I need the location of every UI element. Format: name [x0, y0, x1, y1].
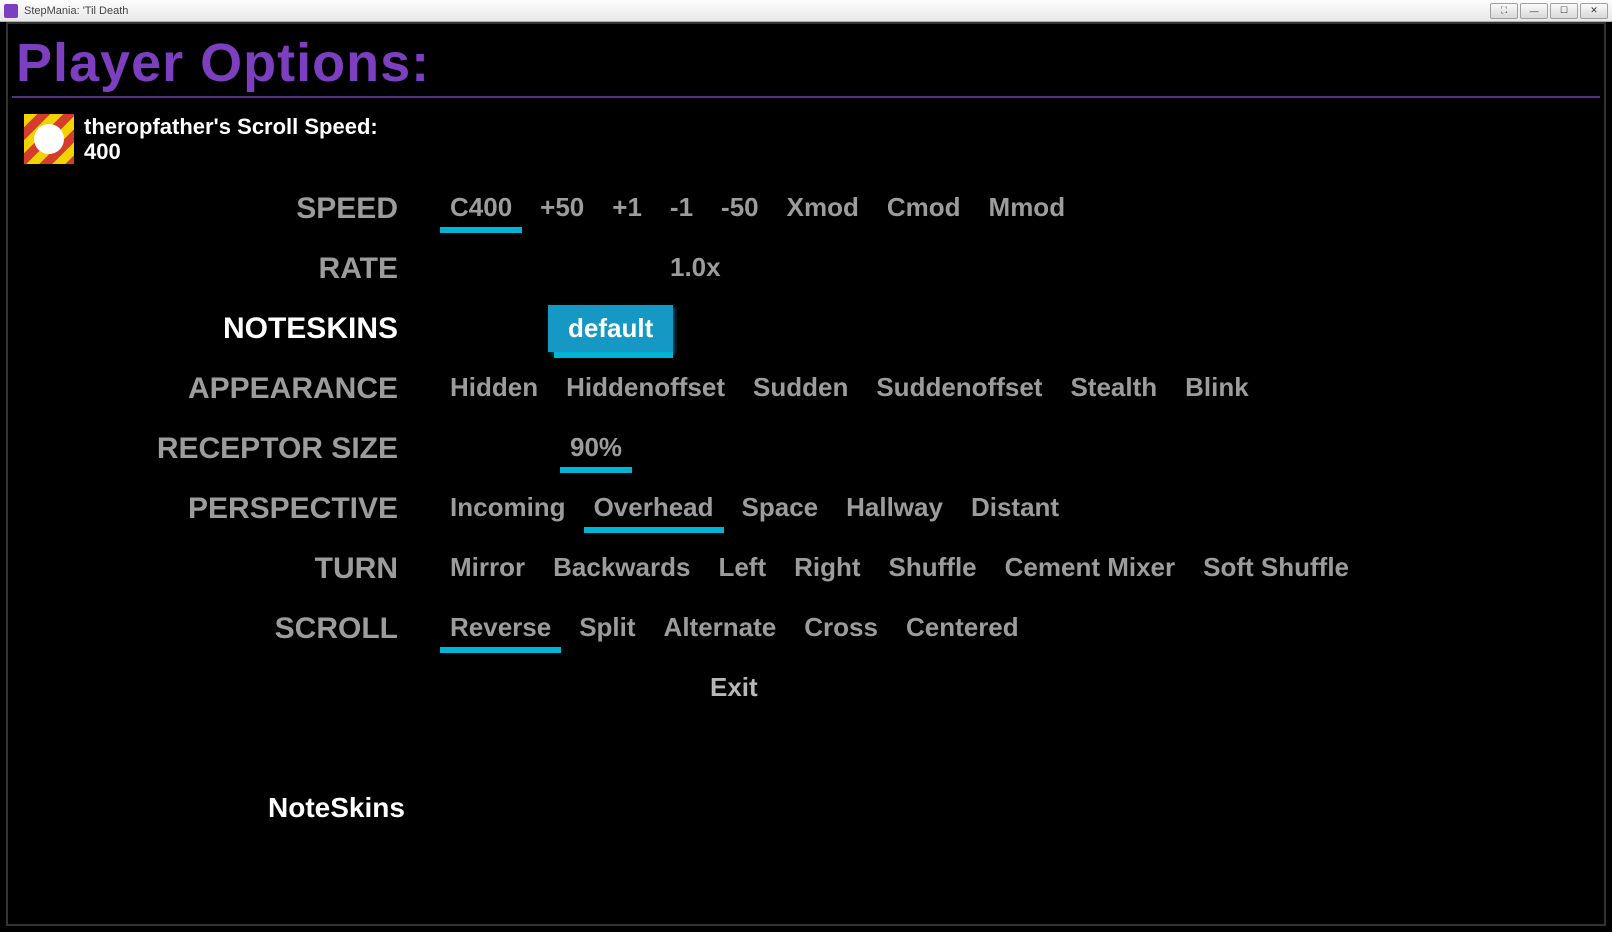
row-label-speed: SPEED — [8, 193, 448, 225]
row-appearance[interactable]: APPEARANCE Hidden Hiddenoffset Sudden Sudde… — [8, 359, 1604, 419]
option-speed-3[interactable]: -1 — [668, 188, 695, 229]
option-scroll-1[interactable]: Split — [577, 608, 637, 649]
row-rate[interactable]: RATE 1.0x — [8, 239, 1604, 299]
game-area: Player Options: theropfather's Scroll Sp… — [6, 22, 1606, 926]
option-perspective-0[interactable]: Incoming — [448, 488, 568, 529]
row-noteskins[interactable]: NOTESKINS default — [8, 299, 1604, 359]
option-receptor-0[interactable]: 90% — [568, 428, 624, 469]
row-label-noteskins: NOTESKINS — [8, 313, 448, 345]
option-appearance-3[interactable]: Suddenoffset — [874, 368, 1044, 409]
option-exit-0[interactable]: Exit — [708, 668, 760, 709]
option-speed-2[interactable]: +1 — [610, 188, 644, 229]
option-perspective-2[interactable]: Space — [740, 488, 821, 529]
avatar — [24, 114, 74, 164]
option-turn-4[interactable]: Shuffle — [887, 548, 979, 589]
option-turn-2[interactable]: Left — [716, 548, 768, 589]
row-perspective[interactable]: PERSPECTIVE Incoming Overhead Space Hallway… — [8, 479, 1604, 539]
row-label-appearance: APPEARANCE — [8, 373, 448, 405]
option-scroll-2[interactable]: Alternate — [662, 608, 779, 649]
option-scroll-4[interactable]: Centered — [904, 608, 1021, 649]
options-grid: SPEED C400 +50 +1 -1 -50 Xmod Cmod Mmod RATE 1.… — [8, 179, 1604, 719]
row-label-receptor: RECEPTOR SIZE — [8, 433, 448, 465]
scroll-speed-value: 400 — [84, 139, 378, 164]
option-scroll-0[interactable]: Reverse — [448, 608, 553, 649]
option-speed-6[interactable]: Cmod — [885, 188, 963, 229]
minimize-button[interactable]: — — [1520, 3, 1548, 19]
option-speed-1[interactable]: +50 — [538, 188, 586, 229]
row-turn[interactable]: TURN Mirror Backwards Left Right Shuffle Ceme… — [8, 539, 1604, 599]
window-titlebar: StepMania: 'Til Death ⛶ — ☐ ✕ — [0, 0, 1612, 22]
app-icon — [4, 4, 18, 18]
row-label-turn: TURN — [8, 553, 448, 585]
option-appearance-4[interactable]: Stealth — [1068, 368, 1159, 409]
option-scroll-3[interactable]: Cross — [802, 608, 880, 649]
option-appearance-2[interactable]: Sudden — [751, 368, 850, 409]
option-speed-4[interactable]: -50 — [719, 188, 761, 229]
option-appearance-0[interactable]: Hidden — [448, 368, 540, 409]
option-rate-0[interactable]: 1.0x — [668, 248, 723, 289]
option-speed-5[interactable]: Xmod — [785, 188, 861, 229]
row-receptor-size[interactable]: RECEPTOR SIZE 90% — [8, 419, 1604, 479]
maximize-button[interactable]: ☐ — [1550, 3, 1578, 19]
option-turn-0[interactable]: Mirror — [448, 548, 527, 589]
option-turn-3[interactable]: Right — [792, 548, 862, 589]
fullscreen-button[interactable]: ⛶ — [1490, 3, 1518, 19]
row-label-perspective: PERSPECTIVE — [8, 493, 448, 525]
row-label-scroll: SCROLL — [8, 613, 448, 645]
window-title: StepMania: 'Til Death — [24, 5, 128, 17]
option-speed-7[interactable]: Mmod — [987, 188, 1068, 229]
option-perspective-4[interactable]: Distant — [969, 488, 1061, 529]
player-info: theropfather's Scroll Speed: 400 — [8, 110, 1604, 175]
option-perspective-3[interactable]: Hallway — [844, 488, 945, 529]
option-turn-1[interactable]: Backwards — [551, 548, 692, 589]
page-title: Player Options: — [8, 24, 1604, 94]
title-underline — [12, 96, 1600, 98]
option-appearance-5[interactable]: Blink — [1183, 368, 1251, 409]
row-scroll[interactable]: SCROLL Reverse Split Alternate Cross Centere… — [8, 599, 1604, 659]
close-button[interactable]: ✕ — [1580, 3, 1608, 19]
row-label-rate: RATE — [8, 253, 448, 285]
row-exit[interactable]: Exit — [8, 659, 1604, 719]
option-turn-5[interactable]: Cement Mixer — [1003, 548, 1178, 589]
option-appearance-1[interactable]: Hiddenoffset — [564, 368, 727, 409]
hint-text: NoteSkins — [268, 792, 405, 824]
option-turn-6[interactable]: Soft Shuffle — [1201, 548, 1351, 589]
option-perspective-1[interactable]: Overhead — [592, 488, 716, 529]
row-speed[interactable]: SPEED C400 +50 +1 -1 -50 Xmod Cmod Mmod — [8, 179, 1604, 239]
scroll-speed-label: theropfather's Scroll Speed: — [84, 114, 378, 139]
option-noteskins-0[interactable]: default — [548, 305, 673, 352]
option-speed-0[interactable]: C400 — [448, 188, 514, 229]
